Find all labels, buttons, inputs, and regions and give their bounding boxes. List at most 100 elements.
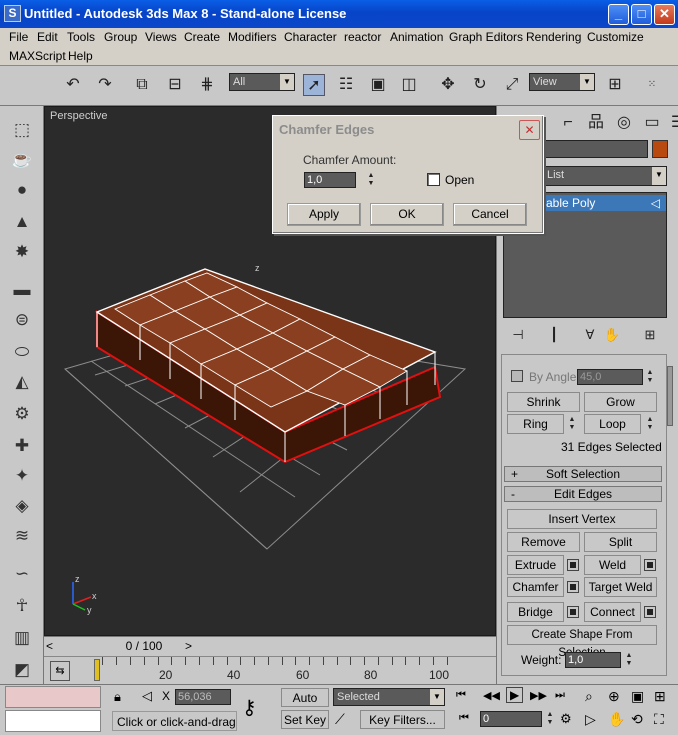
- light-icon[interactable]: ✦: [10, 464, 34, 488]
- menu-views[interactable]: Views: [145, 30, 177, 44]
- lock-icon[interactable]: 🔒︎: [114, 689, 121, 705]
- arc-rotate-icon[interactable]: ⟲: [631, 711, 643, 728]
- time-configuration-icon[interactable]: ⚙: [560, 711, 572, 727]
- selection-filter-dropdown[interactable]: All ▼: [229, 73, 295, 91]
- ok-button[interactable]: OK: [370, 203, 444, 226]
- viewport-label[interactable]: Perspective: [50, 110, 107, 122]
- configure-modifier-sets-icon[interactable]: ⊞: [639, 324, 661, 346]
- maximize-viewport-icon[interactable]: ⛶: [654, 711, 664, 728]
- play-icon[interactable]: ▶: [506, 687, 524, 703]
- rectangular-selection-icon[interactable]: ▣: [367, 74, 389, 96]
- motion-tab-icon[interactable]: ◎: [613, 112, 635, 134]
- weight-field[interactable]: 1,0: [565, 652, 621, 668]
- chamfer-button[interactable]: Chamfer: [507, 577, 564, 597]
- cylinder-icon[interactable]: ⬭: [10, 340, 34, 364]
- object-color-swatch[interactable]: [652, 140, 668, 158]
- bridge-button[interactable]: Bridge: [507, 602, 564, 622]
- minimize-icon[interactable]: _: [608, 4, 629, 25]
- weight-spinner-icon[interactable]: ▲ ▼: [624, 652, 634, 668]
- auto-key-button[interactable]: Auto Key: [281, 688, 329, 723]
- rotate-icon[interactable]: ↻: [469, 74, 491, 96]
- key-icon[interactable]: ⚷: [242, 695, 257, 720]
- current-frame-marker[interactable]: [94, 659, 100, 681]
- show-end-result-icon[interactable]: ┃: [543, 324, 565, 346]
- apply-button[interactable]: Apply: [287, 203, 361, 226]
- go-to-start-icon[interactable]: ⏮: [456, 689, 466, 702]
- star-icon[interactable]: ✸: [10, 240, 34, 264]
- bone-icon[interactable]: ✚: [10, 434, 34, 458]
- sphere-icon[interactable]: ●: [10, 178, 34, 202]
- soft-selection-rollout[interactable]: + Soft Selection: [504, 466, 662, 482]
- current-frame-field[interactable]: 0: [480, 711, 542, 727]
- pan-icon[interactable]: ✋: [608, 711, 625, 728]
- zoom-extents-icon[interactable]: ▣: [631, 688, 644, 705]
- maximize-icon[interactable]: □: [631, 4, 652, 25]
- menu-maxscript[interactable]: MAXScript: [9, 49, 66, 63]
- set-key-button[interactable]: Set Key: [281, 710, 329, 729]
- track-view-toggle-icon[interactable]: ⇆: [50, 661, 70, 681]
- teapot-icon[interactable]: ☕: [10, 148, 34, 172]
- bind-space-warp-icon[interactable]: ⋕: [196, 74, 218, 96]
- by-angle-checkbox[interactable]: [511, 370, 523, 382]
- cancel-button[interactable]: Cancel: [453, 203, 527, 226]
- menu-help[interactable]: Help: [68, 49, 93, 63]
- menu-tools[interactable]: Tools: [67, 30, 95, 44]
- open-checkbox[interactable]: [427, 173, 440, 186]
- utilities-tab-icon[interactable]: ☰: [667, 112, 678, 134]
- display-tab-icon[interactable]: ▭: [641, 112, 663, 134]
- x-coord-field[interactable]: 56,036: [175, 689, 231, 705]
- hierarchy-tab-icon[interactable]: 品: [585, 112, 607, 134]
- maxscript-input[interactable]: [5, 710, 101, 732]
- undo-icon[interactable]: ↶: [62, 74, 84, 96]
- close-icon[interactable]: ✕: [654, 4, 675, 25]
- target-weld-button[interactable]: Target Weld: [584, 577, 657, 597]
- redo-icon[interactable]: ↷: [94, 74, 116, 96]
- loop-button[interactable]: Loop: [584, 414, 641, 434]
- close-icon[interactable]: ✕: [519, 120, 540, 140]
- split-button[interactable]: Split: [584, 532, 657, 552]
- key-mode-dropdown[interactable]: Selected ▼: [333, 688, 445, 706]
- make-unique-icon[interactable]: ∀: [579, 324, 601, 346]
- chamfer-amount-spinner-icon[interactable]: ▲ ▼: [366, 172, 376, 188]
- time-slider[interactable]: < 0 / 100 >: [44, 636, 496, 656]
- menu-file[interactable]: File: [9, 30, 28, 44]
- grow-button[interactable]: Grow: [584, 392, 657, 412]
- chamfer-amount-field[interactable]: 1,0: [304, 172, 356, 188]
- connect-settings-icon[interactable]: [644, 606, 656, 618]
- field-of-view-icon[interactable]: ▷: [585, 711, 596, 728]
- loop-spinner-icon[interactable]: ▲ ▼: [645, 416, 655, 432]
- weld-button[interactable]: Weld: [584, 555, 641, 575]
- by-angle-field[interactable]: 45,0: [577, 369, 643, 385]
- modify-tab-icon[interactable]: ⌐: [557, 112, 579, 134]
- create-shape-button[interactable]: Create Shape From Selection: [507, 625, 657, 659]
- object-name-field[interactable]: [545, 140, 648, 158]
- biped-icon[interactable]: ☥: [10, 594, 34, 618]
- light-bulb-icon[interactable]: ◁: [651, 195, 660, 211]
- remove-modifier-icon[interactable]: ✋: [601, 324, 623, 346]
- panel-scrollbar[interactable]: [667, 366, 673, 426]
- render-icon[interactable]: ◩: [10, 658, 34, 682]
- insert-vertex-button[interactable]: Insert Vertex: [507, 509, 657, 529]
- key-mode-toggle-icon[interactable]: ⏮: [459, 712, 469, 725]
- connect-button[interactable]: Connect: [584, 602, 641, 622]
- zoom-extents-all-icon[interactable]: ⊞: [654, 688, 666, 705]
- maxscript-listener[interactable]: [5, 686, 101, 708]
- menu-customize[interactable]: Customize: [587, 30, 644, 44]
- menu-group[interactable]: Group: [104, 30, 137, 44]
- bridge-settings-icon[interactable]: [567, 606, 579, 618]
- weld-settings-icon[interactable]: [644, 559, 656, 571]
- link-icon[interactable]: ⧉: [131, 74, 153, 96]
- previous-key-icon[interactable]: ◀◀: [483, 689, 500, 702]
- track-bar[interactable]: ⇆ 20 40 60 80 100: [44, 656, 496, 684]
- cone-icon[interactable]: ▲: [10, 210, 34, 234]
- menu-rendering[interactable]: Rendering: [526, 30, 581, 44]
- menu-edit[interactable]: Edit: [37, 30, 58, 44]
- app-icon[interactable]: S: [4, 5, 21, 22]
- menu-reactor[interactable]: reactor: [344, 30, 381, 44]
- ring-spinner-icon[interactable]: ▲ ▼: [567, 416, 577, 432]
- tube-icon[interactable]: ⊜: [10, 308, 34, 332]
- key-tangent-icon[interactable]: ⟋: [335, 711, 345, 728]
- menu-modifiers[interactable]: Modifiers: [228, 30, 277, 44]
- edit-edges-rollout[interactable]: - Edit Edges: [504, 486, 662, 502]
- pyramid-icon[interactable]: ◭: [10, 370, 34, 394]
